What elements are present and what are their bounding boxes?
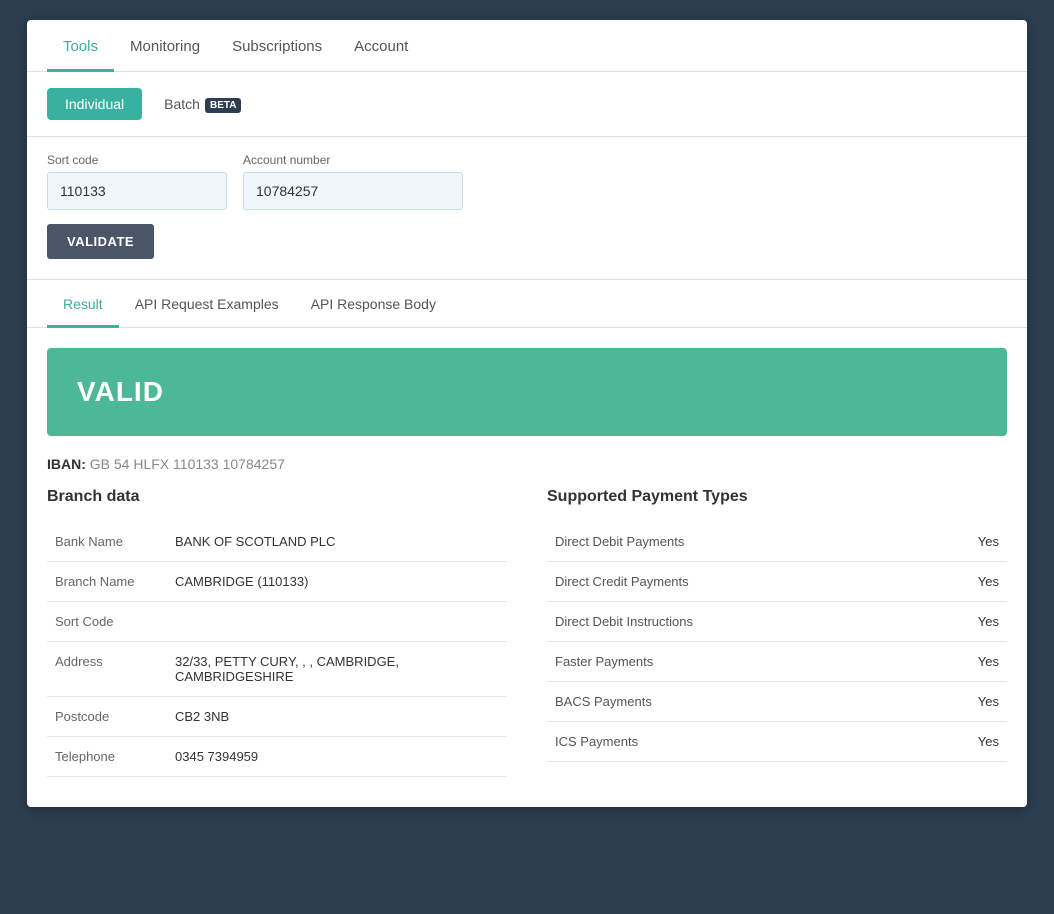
table-row: Bank NameBANK OF SCOTLAND PLC [47,522,507,562]
table-row: Address32/33, PETTY CURY, , , CAMBRIDGE,… [47,642,507,697]
payment-label: Direct Debit Instructions [547,602,917,642]
iban-label: IBAN: [47,456,86,472]
nav-tools[interactable]: Tools [47,20,114,72]
branch-val: CAMBRIDGE (110133) [167,562,507,602]
payment-label: Direct Credit Payments [547,562,917,602]
nav-subscriptions[interactable]: Subscriptions [216,20,338,72]
payment-value: Yes [917,642,1007,682]
nav-account[interactable]: Account [338,20,424,72]
beta-badge: BETA [205,98,241,113]
table-row: Faster PaymentsYes [547,642,1007,682]
branch-val [167,602,507,642]
table-row: Telephone0345 7394959 [47,737,507,777]
account-number-group: Account number [243,153,463,210]
payment-label: ICS Payments [547,722,917,762]
table-row: PostcodeCB2 3NB [47,697,507,737]
nav-monitoring[interactable]: Monitoring [114,20,216,72]
batch-label: Batch [164,96,200,112]
branch-val: BANK OF SCOTLAND PLC [167,522,507,562]
payment-label: Faster Payments [547,642,917,682]
branch-data-table: Bank NameBANK OF SCOTLAND PLCBranch Name… [47,522,507,777]
table-row: Branch NameCAMBRIDGE (110133) [47,562,507,602]
data-section: Branch data Bank NameBANK OF SCOTLAND PL… [27,488,1027,807]
table-row: ICS PaymentsYes [547,722,1007,762]
tab-result[interactable]: Result [47,280,119,328]
branch-val: 32/33, PETTY CURY, , , CAMBRIDGE, CAMBRI… [167,642,507,697]
iban-row: IBAN: GB 54 HLFX 110133 10784257 [27,446,1027,488]
valid-text: VALID [77,376,164,407]
branch-key: Postcode [47,697,167,737]
branch-val: 0345 7394959 [167,737,507,777]
branch-val: CB2 3NB [167,697,507,737]
payment-label: BACS Payments [547,682,917,722]
account-number-input[interactable] [243,172,463,210]
form-area: Sort code Account number VALIDATE [27,137,1027,280]
account-number-label: Account number [243,153,463,167]
branch-key: Sort Code [47,602,167,642]
form-row: Sort code Account number [47,153,1007,210]
table-row: Sort Code [47,602,507,642]
payment-types-table: Direct Debit PaymentsYesDirect Credit Pa… [547,522,1007,762]
table-row: Direct Debit InstructionsYes [547,602,1007,642]
tab-api-request[interactable]: API Request Examples [119,280,295,328]
iban-number: GB 54 HLFX 110133 10784257 [90,456,285,472]
tab-individual[interactable]: Individual [47,88,142,120]
sort-code-label: Sort code [47,153,227,167]
payment-value: Yes [917,722,1007,762]
branch-key: Bank Name [47,522,167,562]
table-row: BACS PaymentsYes [547,682,1007,722]
top-nav: Tools Monitoring Subscriptions Account [27,20,1027,72]
sort-code-input[interactable] [47,172,227,210]
payment-value: Yes [917,562,1007,602]
validate-button[interactable]: VALIDATE [47,224,154,259]
branch-key: Telephone [47,737,167,777]
payment-label: Direct Debit Payments [547,522,917,562]
tab-api-response[interactable]: API Response Body [295,280,452,328]
payment-value: Yes [917,682,1007,722]
table-row: Direct Credit PaymentsYes [547,562,1007,602]
payment-value: Yes [917,522,1007,562]
branch-data-title: Branch data [47,488,507,506]
branch-key: Address [47,642,167,697]
sub-tabs: Individual Batch BETA [27,72,1027,137]
main-card: Tools Monitoring Subscriptions Account I… [27,20,1027,807]
branch-data: Branch data Bank NameBANK OF SCOTLAND PL… [47,488,537,777]
payment-types-title: Supported Payment Types [547,488,1007,506]
tab-batch[interactable]: Batch BETA [146,88,259,120]
payment-types: Supported Payment Types Direct Debit Pay… [537,488,1007,777]
valid-banner: VALID [47,348,1007,436]
branch-key: Branch Name [47,562,167,602]
sort-code-group: Sort code [47,153,227,210]
table-row: Direct Debit PaymentsYes [547,522,1007,562]
result-tabs: Result API Request Examples API Response… [27,280,1027,328]
payment-value: Yes [917,602,1007,642]
